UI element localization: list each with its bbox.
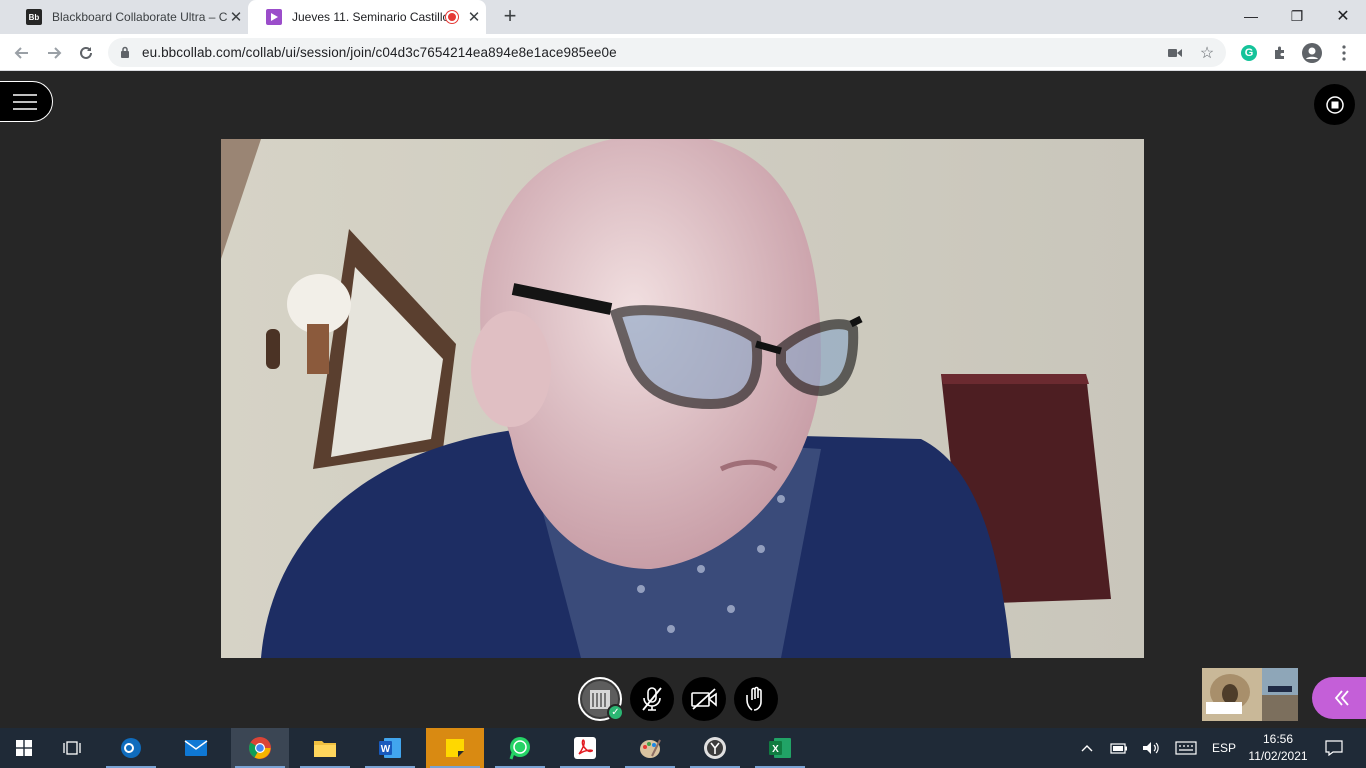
address-bar[interactable]: eu.bbcollab.com/collab/ui/session/join/c… bbox=[108, 38, 1226, 67]
hamburger-menu-icon bbox=[12, 93, 37, 110]
touch-keyboard-icon[interactable] bbox=[1172, 728, 1200, 768]
session-menu-button[interactable] bbox=[0, 81, 53, 122]
speaker-video-frame bbox=[221, 139, 1144, 658]
whatsapp-icon bbox=[509, 737, 530, 760]
new-tab-button[interactable]: + bbox=[498, 4, 522, 28]
camera-off-icon bbox=[691, 688, 717, 710]
microphone-button[interactable] bbox=[630, 677, 674, 721]
tab-close-icon[interactable]: ✕ bbox=[466, 8, 482, 26]
acrobat-icon bbox=[574, 737, 596, 759]
double-chevron-left-icon bbox=[1334, 690, 1349, 706]
collaborate-favicon-icon bbox=[266, 9, 282, 25]
sticky-notes-icon bbox=[446, 739, 464, 757]
stop-icon bbox=[1325, 95, 1344, 114]
grammarly-extension-icon[interactable]: G bbox=[1236, 40, 1262, 66]
taskbar-sticky-notes[interactable] bbox=[426, 728, 484, 768]
taskbar-outlook[interactable] bbox=[102, 728, 160, 768]
mail-icon bbox=[184, 740, 208, 756]
taskbar-yoga[interactable] bbox=[686, 728, 744, 768]
show-hidden-icons-button[interactable] bbox=[1076, 728, 1098, 768]
svg-text:X: X bbox=[772, 744, 779, 755]
svg-text:W: W bbox=[381, 744, 391, 755]
blackboard-favicon-icon: Bb bbox=[26, 9, 42, 25]
taskbar-mail[interactable] bbox=[167, 728, 225, 768]
browser-menu-icon[interactable] bbox=[1331, 40, 1357, 66]
chevron-up-icon bbox=[1081, 745, 1093, 752]
reload-icon bbox=[80, 46, 92, 59]
clock-time: 16:56 bbox=[1262, 732, 1294, 746]
my-status-and-settings-button[interactable]: ✓ bbox=[578, 677, 624, 721]
yoga-app-icon bbox=[704, 737, 726, 759]
session-controls: ✓ bbox=[578, 677, 778, 721]
back-button[interactable] bbox=[9, 40, 35, 66]
word-icon: W bbox=[379, 738, 401, 758]
task-view-icon bbox=[63, 741, 81, 755]
taskbar-acrobat[interactable] bbox=[556, 728, 614, 768]
status-checkmark-icon: ✓ bbox=[607, 704, 624, 721]
raise-hand-icon bbox=[746, 686, 762, 711]
raise-hand-button[interactable] bbox=[734, 677, 778, 721]
stop-recording-button[interactable] bbox=[1314, 84, 1355, 125]
bookmark-star-icon[interactable]: ☆ bbox=[1198, 44, 1216, 62]
arrow-right-icon bbox=[48, 47, 62, 59]
restore-button[interactable]: ❐ bbox=[1274, 0, 1320, 32]
minimize-button[interactable]: — bbox=[1228, 0, 1274, 32]
tab-title: Blackboard Collaborate Ultra – C bbox=[52, 10, 228, 24]
browser-toolbar: eu.bbcollab.com/collab/ui/session/join/c… bbox=[0, 34, 1366, 71]
camera-button[interactable] bbox=[682, 677, 726, 721]
outlook-icon bbox=[121, 738, 141, 758]
tab-collaborate-session[interactable]: Jueves 11. Seminario Castillo ✕ bbox=[248, 0, 486, 34]
profile-avatar-icon[interactable] bbox=[1299, 40, 1325, 66]
lock-icon bbox=[121, 46, 129, 58]
input-language-indicator[interactable]: ESP bbox=[1206, 728, 1242, 768]
tab-close-icon[interactable]: ✕ bbox=[228, 8, 244, 26]
volume-icon[interactable] bbox=[1140, 728, 1162, 768]
taskbar-file-explorer[interactable] bbox=[296, 728, 354, 768]
participant-video-feed bbox=[221, 139, 1144, 658]
taskbar-clock[interactable]: 16:56 11/02/2021 bbox=[1240, 731, 1316, 765]
folder-icon bbox=[314, 741, 336, 757]
url-text: eu.bbcollab.com/collab/ui/session/join/c… bbox=[142, 45, 617, 60]
session-area: ✓ bbox=[0, 71, 1366, 728]
taskbar-chrome[interactable] bbox=[231, 728, 289, 768]
clock-date: 11/02/2021 bbox=[1248, 749, 1308, 763]
reload-button[interactable] bbox=[73, 40, 99, 66]
shared-content-thumbnail[interactable] bbox=[1202, 668, 1298, 721]
tab-title: Jueves 11. Seminario Castillo bbox=[292, 10, 450, 24]
taskbar-paint[interactable] bbox=[621, 728, 679, 768]
start-button[interactable] bbox=[0, 728, 48, 768]
open-collaborate-panel-button[interactable] bbox=[1312, 677, 1366, 719]
camera-in-use-icon[interactable] bbox=[1166, 44, 1184, 62]
windows-taskbar: W X ESP 16:56 11/02/2021 bbox=[0, 728, 1366, 768]
excel-icon: X bbox=[769, 738, 791, 758]
forward-button[interactable] bbox=[41, 40, 67, 66]
taskbar-whatsapp[interactable] bbox=[491, 728, 549, 768]
windows-logo-icon bbox=[16, 740, 32, 756]
taskbar-excel[interactable]: X bbox=[751, 728, 809, 768]
recording-indicator-icon bbox=[446, 11, 458, 23]
paint-palette-icon bbox=[640, 739, 661, 758]
taskbar-word[interactable]: W bbox=[361, 728, 419, 768]
tab-blackboard[interactable]: Bb Blackboard Collaborate Ultra – C ✕ bbox=[8, 0, 246, 34]
arrow-left-icon bbox=[14, 47, 28, 59]
tab-strip: Bb Blackboard Collaborate Ultra – C ✕ Ju… bbox=[0, 0, 1366, 34]
chrome-icon bbox=[249, 737, 271, 759]
microphone-muted-icon bbox=[642, 687, 662, 711]
task-view-button[interactable] bbox=[48, 728, 96, 768]
extensions-puzzle-icon[interactable] bbox=[1267, 40, 1293, 66]
close-window-button[interactable]: ✕ bbox=[1320, 0, 1366, 32]
action-center-icon[interactable] bbox=[1320, 728, 1348, 768]
battery-icon[interactable] bbox=[1108, 728, 1130, 768]
